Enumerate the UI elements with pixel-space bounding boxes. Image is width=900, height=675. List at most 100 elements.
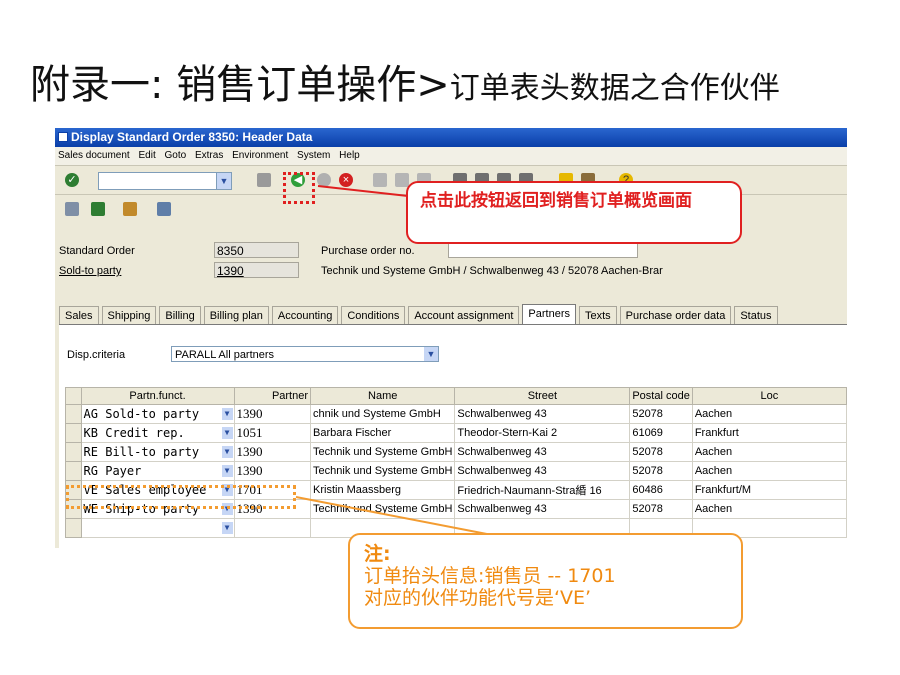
- sold-to-value[interactable]: 1390: [214, 262, 299, 278]
- partner-number-cell[interactable]: 1390: [233, 442, 312, 462]
- partner-name-cell: Technik und Systeme GmbH: [310, 461, 456, 481]
- tab-shipping[interactable]: Shipping: [101, 306, 157, 325]
- back-button-callout: 点击此按钮返回到销售订单概览画面: [406, 181, 742, 244]
- standard-order-value[interactable]: 8350: [214, 242, 299, 258]
- tab-conditions[interactable]: Conditions: [341, 306, 406, 325]
- select-all-cell[interactable]: [65, 387, 82, 405]
- print-icon[interactable]: [373, 173, 387, 187]
- disp-criteria-value: PARALL All partners: [175, 349, 275, 361]
- tab-strip: Sales Shipping Billing Billing plan Accounti…: [59, 304, 781, 325]
- sold-to-label: Sold-to party: [59, 265, 122, 277]
- tab-billing[interactable]: Billing: [159, 306, 201, 325]
- partner-name-cell: Technik und Systeme GmbH: [310, 499, 456, 519]
- disp-criteria-select[interactable]: PARALL All partners ▼: [171, 346, 439, 362]
- menu-extras[interactable]: Extras: [195, 150, 223, 161]
- tab-account-assignment[interactable]: Account assignment: [408, 306, 520, 325]
- tab-status[interactable]: Status: [734, 306, 778, 325]
- chevron-down-icon[interactable]: ▼: [221, 446, 233, 458]
- tab-purchase-order-data[interactable]: Purchase order data: [619, 306, 732, 325]
- display-icon[interactable]: [157, 202, 171, 216]
- note-line-2: 对应的伙伴功能代号是‘VE’: [364, 587, 592, 609]
- po-value[interactable]: [448, 242, 638, 258]
- partner-name-cell: chnik und Systeme GmbH: [310, 404, 456, 424]
- partner-number-cell[interactable]: 1390: [233, 461, 312, 481]
- location-cell: Aachen: [691, 499, 847, 519]
- enter-check-icon[interactable]: ✓: [65, 173, 79, 187]
- exit-icon[interactable]: [317, 173, 331, 187]
- partner-function-cell[interactable]: RE Bill-to party ▼: [80, 442, 235, 462]
- menu-system[interactable]: System: [297, 150, 330, 161]
- partner-name-cell: Barbara Fischer: [310, 423, 456, 443]
- table-row[interactable]: KB Credit rep. ▼ 1051 Barbara Fischer Theodo…: [65, 423, 847, 443]
- postal-code-cell-text: 61069: [632, 427, 663, 439]
- tab-sales[interactable]: Sales: [59, 306, 99, 325]
- partner-number-cell[interactable]: [233, 518, 312, 538]
- col-partner[interactable]: Partner: [233, 387, 312, 405]
- partner-function-cell[interactable]: KB Credit rep. ▼: [80, 423, 235, 443]
- col-partn-funct[interactable]: Partn.funct.: [80, 387, 235, 405]
- partner-function-cell[interactable]: AG Sold-to party ▼: [80, 404, 235, 424]
- chevron-down-icon[interactable]: ▼: [221, 408, 233, 420]
- chevron-down-icon[interactable]: ▼: [221, 465, 233, 477]
- chevron-down-icon[interactable]: ▼: [221, 522, 233, 534]
- tab-partners[interactable]: Partners: [522, 304, 576, 325]
- location-cell-text: Aachen: [694, 503, 733, 515]
- row-selector[interactable]: [65, 404, 82, 424]
- partner-icon[interactable]: [123, 202, 137, 216]
- chevron-down-icon[interactable]: ▼: [216, 173, 231, 189]
- chevron-down-icon[interactable]: ▼: [221, 427, 233, 439]
- table-row[interactable]: AG Sold-to party ▼ 1390 chnik und Systeme G…: [65, 404, 847, 424]
- menu-goto[interactable]: Goto: [165, 150, 187, 161]
- postal-code-cell: 52078: [629, 499, 693, 519]
- tab-texts[interactable]: Texts: [578, 306, 617, 325]
- col-street[interactable]: Street: [454, 387, 631, 405]
- tab-billing-plan[interactable]: Billing plan: [203, 306, 269, 325]
- partner-function-cell-text: AG Sold-to party: [83, 407, 200, 421]
- partner-number-cell[interactable]: 1051: [233, 423, 312, 443]
- table-row[interactable]: RE Bill-to party ▼ 1390 Technik und Systeme…: [65, 442, 847, 462]
- postal-code-cell: 60486: [629, 480, 693, 500]
- menu-sales-document[interactable]: Sales document: [58, 150, 130, 161]
- postal-code-cell-text: 52078: [632, 465, 663, 477]
- postal-code-cell: 61069: [629, 423, 693, 443]
- location-cell-text: Frankfurt: [694, 427, 739, 439]
- table-header-row: Partn.funct. Partner Name Street Postal …: [65, 387, 847, 405]
- sold-to-description: Technik und Systeme GmbH / Schwalbenweg …: [321, 265, 663, 277]
- partner-function-cell[interactable]: RG Payer ▼: [80, 461, 235, 481]
- find-icon[interactable]: [395, 173, 409, 187]
- menu-environment[interactable]: Environment: [232, 150, 288, 161]
- menu-edit[interactable]: Edit: [139, 150, 156, 161]
- partner-name-cell-text: Technik und Systeme GmbH: [313, 446, 453, 458]
- cancel-icon[interactable]: ×: [339, 173, 353, 187]
- command-field[interactable]: ▼: [98, 172, 232, 190]
- partner-number-cell-text: 1390: [236, 444, 263, 459]
- menu-help[interactable]: Help: [339, 150, 360, 161]
- row-selector[interactable]: [65, 442, 82, 462]
- partner-name-cell: Kristin Maassberg: [310, 480, 456, 500]
- postal-code-cell-text: 52078: [632, 503, 663, 515]
- partner-number-cell[interactable]: 1390: [233, 404, 312, 424]
- location-cell-text: Aachen: [694, 465, 733, 477]
- save-icon[interactable]: [257, 173, 271, 187]
- location-cell: Frankfurt/M: [691, 480, 847, 500]
- col-postal-code[interactable]: Postal code: [629, 387, 693, 405]
- col-loc[interactable]: Loc: [691, 387, 847, 405]
- row-selector[interactable]: [65, 461, 82, 481]
- location-cell-text: Frankfurt/M: [694, 484, 752, 496]
- flag-icon[interactable]: [91, 202, 105, 216]
- chevron-down-icon[interactable]: ▼: [424, 347, 438, 361]
- document-icon[interactable]: [65, 202, 79, 216]
- partner-function-cell[interactable]: ▼: [80, 518, 235, 538]
- window-title: Display Standard Order 8350: Header Data: [71, 130, 313, 144]
- table-row[interactable]: RG Payer ▼ 1390 Technik und Systeme GmbH Sch…: [65, 461, 847, 481]
- street-cell: Theodor-Stern-Kai 2: [454, 423, 631, 443]
- order-header: Standard Order 8350 Purchase order no. S…: [55, 240, 847, 290]
- row-selector[interactable]: [65, 518, 82, 538]
- location-cell: Aachen: [691, 461, 847, 481]
- partners-pane: Disp.criteria PARALL All partners ▼ Part…: [59, 324, 847, 548]
- tab-accounting[interactable]: Accounting: [271, 306, 339, 325]
- col-name[interactable]: Name: [310, 387, 456, 405]
- row-selector[interactable]: [65, 423, 82, 443]
- street-cell: Schwalbenweg 43: [454, 461, 631, 481]
- partner-number-cell-text: 1390: [236, 406, 263, 421]
